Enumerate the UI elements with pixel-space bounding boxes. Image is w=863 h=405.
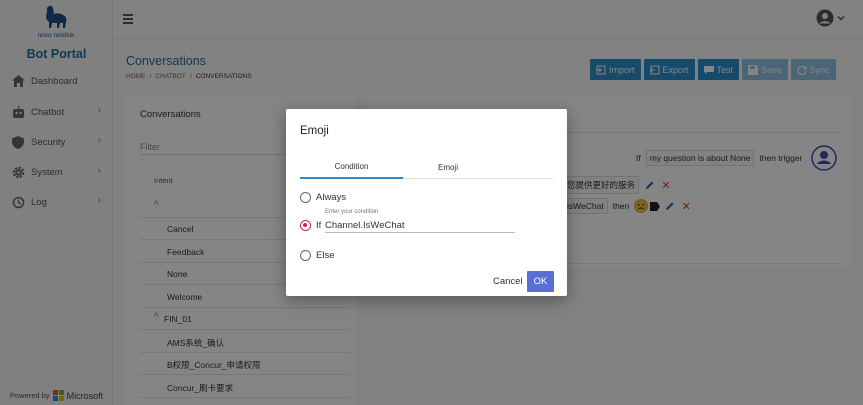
cancel-button[interactable]: Cancel (493, 276, 523, 287)
tab-condition[interactable]: Condition (300, 156, 403, 179)
emoji-dialog: Emoji Condition Emoji Always Enter your … (286, 109, 567, 296)
radio-always[interactable] (300, 192, 311, 203)
ok-button[interactable]: OK (527, 271, 554, 292)
option-if[interactable]: If (300, 220, 321, 231)
condition-label: Enter your condition (325, 209, 379, 215)
option-else[interactable]: Else (300, 250, 334, 261)
dialog-title: Emoji (300, 125, 329, 137)
dialog-tabs: Condition Emoji (300, 156, 553, 179)
condition-input[interactable] (325, 219, 515, 233)
option-always[interactable]: Always (300, 192, 346, 203)
tab-emoji[interactable]: Emoji (403, 156, 493, 179)
radio-if[interactable] (300, 220, 311, 231)
radio-else[interactable] (300, 250, 311, 261)
